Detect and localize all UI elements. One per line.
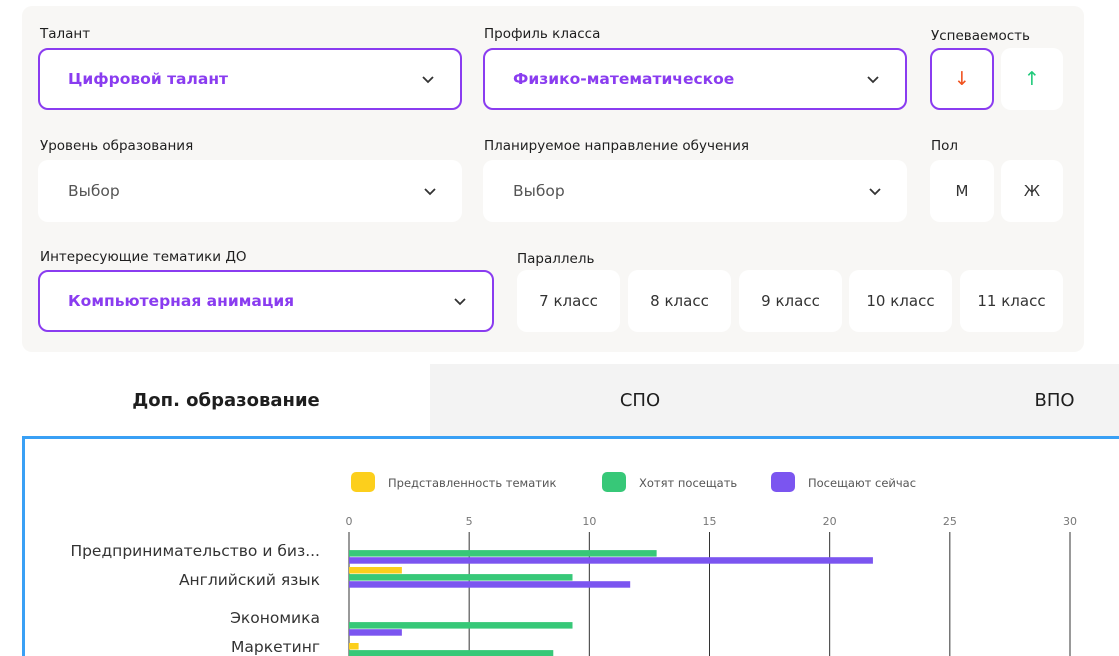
x-tick-label: 0: [346, 515, 353, 528]
legend-label: Хотят посещать: [639, 476, 737, 490]
parallel-11-button[interactable]: 11 класс: [960, 270, 1063, 332]
x-tick-label: 30: [1063, 515, 1077, 528]
bar: [349, 643, 359, 650]
education-tabs: Доп. образование СПО ВПО: [22, 364, 1119, 436]
education-level-label: Уровень образования: [40, 138, 194, 154]
bar: [349, 550, 657, 557]
topics-select[interactable]: Компьютерная анимация: [38, 270, 494, 332]
x-tick-label: 15: [703, 515, 717, 528]
legend-swatch: [771, 472, 795, 492]
legend-swatch: [602, 472, 626, 492]
arrow-down-icon: ↓: [954, 68, 970, 90]
chevron-down-icon: [422, 76, 434, 84]
planned-direction-value: Выбор: [513, 182, 565, 200]
class-profile-value: Физико-математическое: [513, 70, 735, 88]
bar: [349, 574, 573, 581]
bar: [349, 581, 631, 588]
bar: [349, 650, 554, 656]
bar: [349, 629, 402, 636]
topics-value: Компьютерная анимация: [68, 292, 295, 310]
gender-female-button[interactable]: Ж: [1001, 160, 1063, 222]
performance-down-button[interactable]: ↓: [930, 48, 994, 110]
talent-value: Цифровой талант: [68, 70, 229, 88]
tab-vpo[interactable]: ВПО: [850, 364, 1119, 436]
parallel-7-button[interactable]: 7 класс: [517, 270, 620, 332]
category-label: Экономика: [230, 609, 320, 627]
category-label: Маркетинг: [231, 638, 320, 656]
bar: [349, 622, 573, 629]
x-tick-label: 5: [466, 515, 473, 528]
performance-label: Успеваемость: [931, 28, 1031, 44]
category-label: Английский язык: [179, 571, 320, 589]
class-profile-label: Профиль класса: [484, 26, 601, 42]
planned-direction-select[interactable]: Выбор: [483, 160, 907, 222]
chart-container: Представленность тематик Хотят посещать По…: [22, 436, 1119, 656]
legend-swatch: [351, 472, 375, 492]
tab-dop-education[interactable]: Доп. образование: [22, 364, 430, 436]
legend-label: Представленность тематик: [388, 476, 556, 490]
parallel-10-button[interactable]: 10 класс: [849, 270, 952, 332]
parallel-label: Параллель: [517, 251, 595, 267]
class-profile-select[interactable]: Физико-математическое: [483, 48, 907, 110]
bar: [349, 567, 402, 574]
talent-select[interactable]: Цифровой талант: [38, 48, 462, 110]
x-tick-label: 10: [582, 515, 596, 528]
topics-label: Интересующие тематики ДО: [40, 249, 247, 265]
chevron-down-icon: [424, 188, 436, 196]
tab-spo[interactable]: СПО: [430, 364, 850, 436]
chevron-down-icon: [454, 298, 466, 306]
bar-chart: Представленность тематик Хотят посещать По…: [70, 472, 1077, 656]
education-level-value: Выбор: [68, 182, 120, 200]
gender-label: Пол: [931, 138, 959, 154]
category-label: Предпринимательство и биз...: [70, 542, 320, 560]
performance-up-button[interactable]: ↑: [1001, 48, 1063, 110]
arrow-up-icon: ↑: [1024, 68, 1040, 90]
bar: [349, 557, 873, 564]
talent-label: Талант: [40, 26, 91, 42]
chevron-down-icon: [867, 76, 879, 84]
x-tick-label: 25: [943, 515, 957, 528]
parallel-9-button[interactable]: 9 класс: [739, 270, 842, 332]
legend-label: Посещают сейчас: [808, 476, 916, 490]
planned-direction-label: Планируемое направление обучения: [484, 138, 749, 154]
gender-male-button[interactable]: М: [930, 160, 994, 222]
parallel-8-button[interactable]: 8 класс: [628, 270, 731, 332]
x-tick-label: 20: [823, 515, 837, 528]
chevron-down-icon: [869, 188, 881, 196]
education-level-select[interactable]: Выбор: [38, 160, 462, 222]
